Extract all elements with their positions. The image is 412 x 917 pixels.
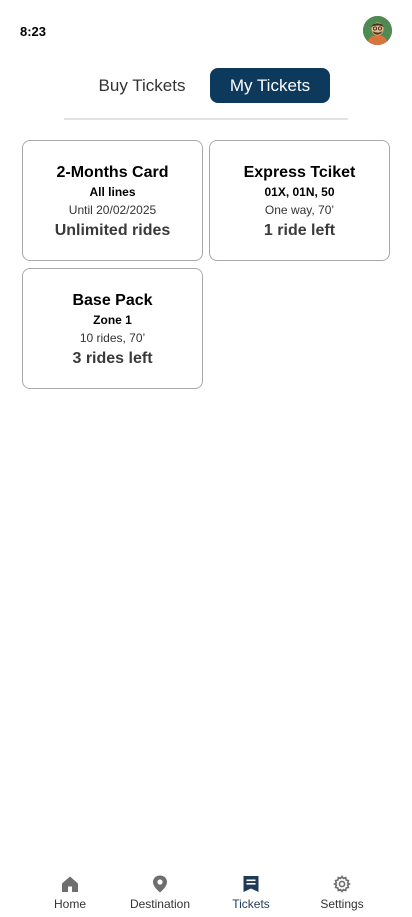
tab-my-tickets[interactable]: My Tickets (210, 68, 330, 103)
tab-buy-tickets[interactable]: Buy Tickets (86, 68, 198, 103)
ticket-lines: All lines (89, 185, 136, 199)
nav-label-tickets: Tickets (232, 897, 270, 911)
ticket-card[interactable]: Express Tciket 01X, 01N, 50 One way, 70’… (209, 140, 390, 261)
nav-item-tickets[interactable]: Tickets (206, 875, 296, 911)
nav-item-home[interactable]: Home (25, 875, 115, 911)
ticket-title: 2-Months Card (56, 164, 169, 181)
ticket-card[interactable]: Base Pack Zone 1 10 rides, 70’ 3 rides l… (22, 268, 203, 389)
ticket-tabs: Buy Tickets My Tickets (0, 68, 412, 104)
home-icon (25, 875, 115, 895)
avatar[interactable] (363, 16, 392, 45)
nav-label-destination: Destination (129, 897, 191, 911)
ticket-title: Base Pack (72, 292, 153, 309)
ticket-rides: Unlimited rides (54, 222, 171, 239)
gear-icon (297, 875, 387, 895)
nav-label-settings: Settings (320, 897, 364, 911)
ticket-title: Express Tciket (243, 164, 356, 181)
tabs-divider (64, 118, 348, 120)
avatar-image (363, 16, 392, 45)
nav-item-destination[interactable]: Destination (115, 875, 205, 911)
nav-label-home: Home (53, 897, 86, 911)
bottom-nav: Home Destination Tickets Settings (0, 860, 412, 917)
ticket-detail: 10 rides, 70’ (79, 331, 146, 345)
ticket-card[interactable]: 2-Months Card All lines Until 20/02/2025… (22, 140, 203, 261)
ticket-icon (206, 875, 296, 895)
ticket-detail: Until 20/02/2025 (68, 203, 157, 217)
location-pin-icon (115, 875, 205, 895)
nav-item-settings[interactable]: Settings (297, 875, 387, 911)
ticket-rides: 3 rides left (72, 350, 153, 367)
ticket-detail: One way, 70’ (264, 203, 335, 217)
ticket-rides: 1 ride left (263, 222, 336, 239)
ticket-lines: 01X, 01N, 50 (264, 185, 335, 199)
ticket-lines: Zone 1 (93, 313, 132, 327)
status-bar: 8:23 (0, 0, 412, 62)
status-time: 8:23 (20, 24, 47, 39)
